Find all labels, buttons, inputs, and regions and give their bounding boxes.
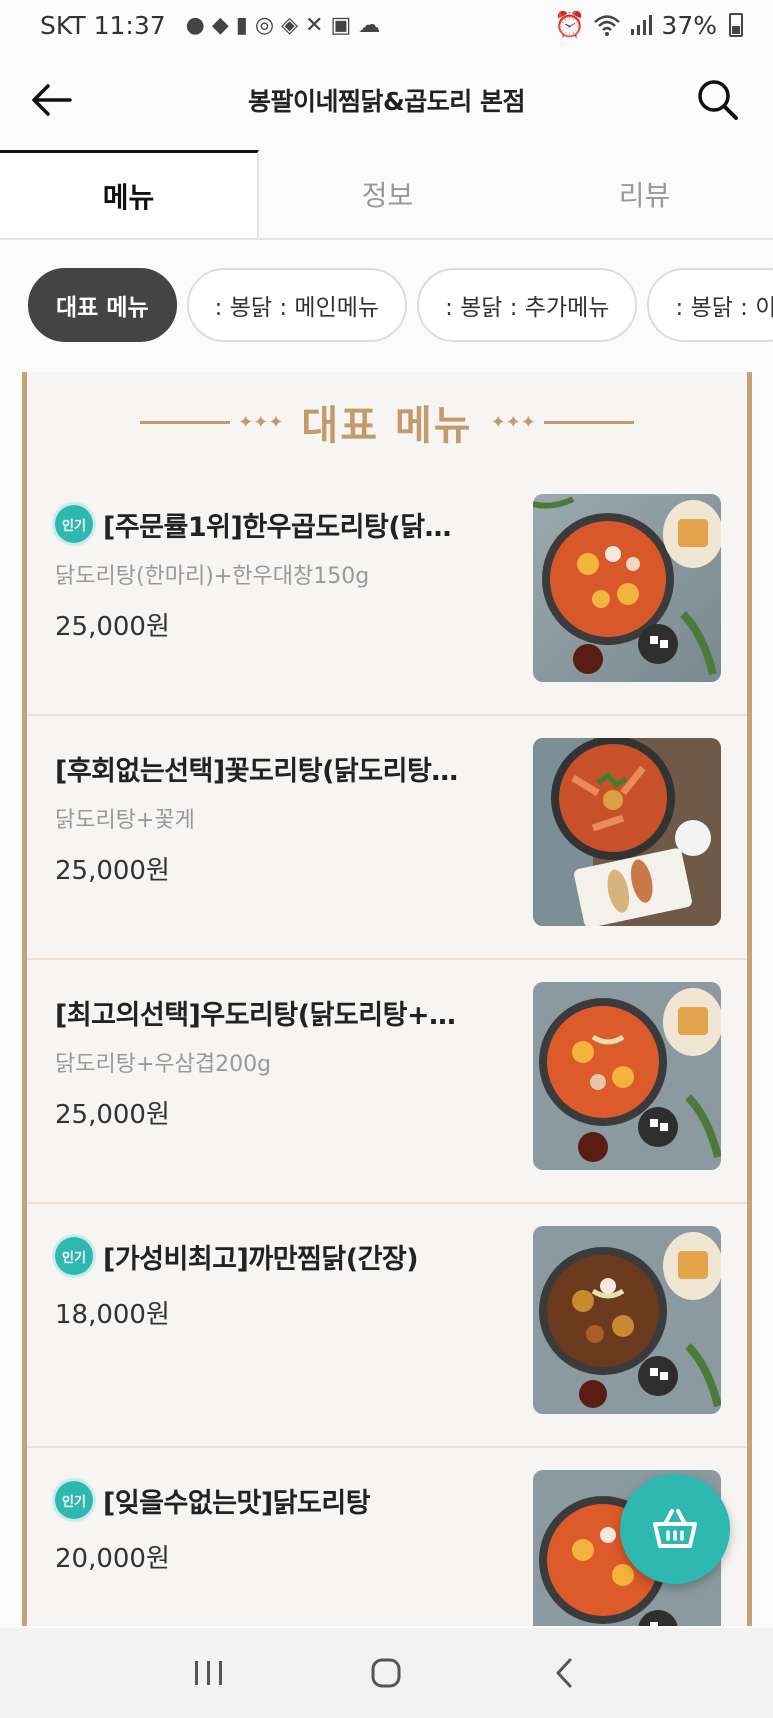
app-icon: ◈ [281, 12, 298, 38]
status-bar: SKT 11:37 ● ◆ ▮ ◎ ◈ ✕ ▣ ☁ ⏰ 37% [0, 0, 773, 50]
chip-main-menu[interactable]: : 봉닭 : 메인메뉴 [186, 268, 408, 342]
menu-item-name: [잊을수없는맛]닭도리탕 [103, 1487, 371, 1519]
tab-menu[interactable]: 메뉴 [0, 150, 259, 238]
ornament-left: ✦✦✦ [140, 412, 283, 433]
menu-item[interactable]: [후회없는선택]꽃도리탕(닭도리탕… 닭도리탕+꽃게 25,000원 [27, 716, 747, 960]
tab-bar: 메뉴 정보 리뷰 [0, 150, 773, 240]
chevron-left-icon [556, 1658, 572, 1688]
cloud-icon: ☁ [358, 12, 381, 38]
menu-item[interactable]: 인기 [주문률1위]한우곱도리탕(닭… 닭도리탕(한마리)+한우대창150g 2… [27, 472, 747, 716]
menu-item-description: 닭도리탕+꽃게 [55, 808, 195, 833]
popular-badge: 인기 [55, 1237, 93, 1275]
carrier-label: SKT [40, 10, 86, 40]
recent-apps-icon [194, 1661, 222, 1685]
store-title: 봉팔이네찜닭&곱도리 본점 [247, 87, 526, 116]
tab-review[interactable]: 리뷰 [516, 150, 773, 238]
menu-item-name-row: 인기 [가성비최고]까만찜닭(간장) [55, 1234, 535, 1278]
chip-extra-menu[interactable]: : 봉닭 : 추가메뉴 [417, 268, 638, 342]
app-icon: ● [185, 12, 205, 38]
menu-item-price: 20,000원 [55, 1544, 170, 1574]
battery-level: 37% [661, 10, 717, 40]
menu-item-name: [후회없는선택]꽃도리탕(닭도리탕… [55, 755, 458, 787]
menu-board: ✦✦✦ 대표 메뉴 ✦✦✦ 인기 [주문률1위]한우곱도리탕(닭… 닭도리탕(한… [22, 372, 752, 1626]
menu-item-name: [가성비최고]까만찜닭(간장) [103, 1243, 419, 1275]
recent-apps-button[interactable] [179, 1643, 239, 1703]
menu-item-text: [최고의선택]우도리탕(닭도리탕+… 닭도리탕+우삼겹200g 25,000원 [55, 990, 535, 1131]
menu-item-price: 25,000원 [55, 1100, 170, 1130]
chip-featured-menu[interactable]: 대표 메뉴 [28, 268, 177, 342]
menu-item-price: 25,000원 [55, 856, 170, 886]
popular-badge: 인기 [55, 1481, 93, 1519]
menu-item-text: [후회없는선택]꽃도리탕(닭도리탕… 닭도리탕+꽃게 25,000원 [55, 746, 535, 887]
menu-item-photo [533, 494, 721, 682]
section-title: 대표 메뉴 [301, 403, 473, 449]
menu-item-text: 인기 [잊을수없는맛]닭도리탕 20,000원 [55, 1478, 535, 1575]
battery-icon [729, 13, 743, 37]
home-button[interactable] [356, 1643, 416, 1703]
menu-item-photo [533, 738, 721, 926]
back-arrow-icon[interactable] [30, 80, 74, 120]
back-button[interactable] [534, 1643, 594, 1703]
menu-item-name: [주문률1위]한우곱도리탕(닭… [103, 511, 452, 543]
menu-item-name: [최고의선택]우도리탕(닭도리탕+… [55, 999, 456, 1031]
app-icon: ◆ [211, 12, 229, 38]
wifi-icon [594, 15, 621, 36]
app-header: 봉팔이네찜닭&곱도리 본점 [0, 50, 773, 150]
alarm-icon: ⏰ [554, 10, 586, 39]
notification-icons: ● ◆ ▮ ◎ ◈ ✕ ▣ ☁ [186, 13, 381, 38]
menu-item-photo [533, 1226, 721, 1414]
image-icon: ▣ [330, 12, 352, 38]
app-icon: ◎ [254, 12, 275, 38]
category-chips: 대표 메뉴 : 봉닭 : 메인메뉴 : 봉닭 : 추가메뉴 : 봉닭 : 이 [0, 240, 773, 370]
menu-item-photo [533, 982, 721, 1170]
app-icon: ▮ [235, 12, 248, 38]
home-icon [371, 1658, 401, 1688]
tab-info[interactable]: 정보 [259, 150, 516, 238]
popular-badge: 인기 [55, 505, 93, 543]
menu-item-name-row: 인기 [잊을수없는맛]닭도리탕 [55, 1478, 535, 1522]
menu-item-description: 닭도리탕+우삼겹200g [55, 1052, 272, 1077]
menu-item[interactable]: 인기 [가성비최고]까만찜닭(간장) 18,000원 [27, 1204, 747, 1448]
menu-item-name-row: [후회없는선택]꽃도리탕(닭도리탕… [55, 746, 535, 790]
menu-item-text: 인기 [가성비최고]까만찜닭(간장) 18,000원 [55, 1234, 535, 1331]
cart-button[interactable] [620, 1474, 730, 1584]
menu-item-text: 인기 [주문률1위]한우곱도리탕(닭… 닭도리탕(한마리)+한우대창150g 2… [55, 502, 535, 643]
search-icon[interactable] [694, 76, 742, 124]
status-time: 11:37 [93, 10, 166, 40]
menu-item-name-row: [최고의선택]우도리탕(닭도리탕+… [55, 990, 535, 1034]
menu-item-price: 25,000원 [55, 612, 170, 642]
menu-item-price: 18,000원 [55, 1300, 170, 1330]
ornament-right: ✦✦✦ [491, 412, 634, 433]
menu-item-name-row: 인기 [주문률1위]한우곱도리탕(닭… [55, 502, 535, 546]
menu-item-description: 닭도리탕(한마리)+한우대창150g [55, 564, 370, 589]
section-heading: ✦✦✦ 대표 메뉴 ✦✦✦ [27, 372, 747, 472]
chip-more-menu[interactable]: : 봉닭 : 이 [647, 268, 773, 342]
signal-icon [631, 15, 653, 35]
menu-item[interactable]: [최고의선택]우도리탕(닭도리탕+… 닭도리탕+우삼겹200g 25,000원 [27, 960, 747, 1204]
basket-icon [653, 1509, 697, 1548]
app-icon: ✕ [305, 12, 324, 38]
system-nav-bar [0, 1628, 773, 1718]
